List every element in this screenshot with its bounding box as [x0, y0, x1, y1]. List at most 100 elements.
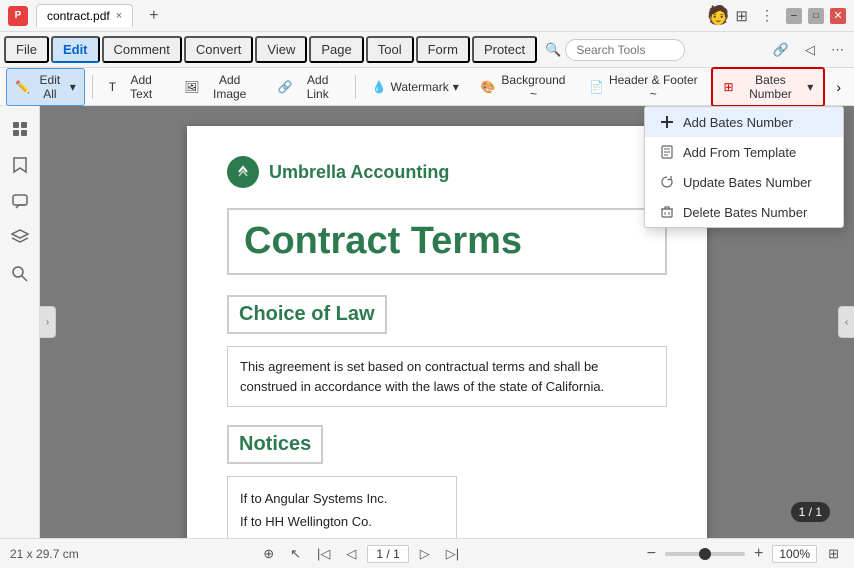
tab-close-btn[interactable]: ×	[116, 10, 122, 22]
bates-chevron: ▾	[807, 80, 813, 94]
edit-icon: ✏️	[15, 80, 30, 94]
sidebar-comments-icon[interactable]	[5, 186, 35, 216]
add-image-icon: 🖼	[184, 80, 199, 94]
add-text-label: Add Text	[120, 73, 162, 101]
edit-all-label: Edit All	[34, 73, 66, 101]
background-btn[interactable]: 🎨 Background ~	[472, 68, 576, 106]
back-btn[interactable]: ◁	[799, 39, 821, 61]
bates-dropdown-menu: Add Bates Number Add From Template Updat…	[644, 106, 844, 228]
zoom-level-display[interactable]: 100%	[772, 545, 817, 563]
add-link-label: Add Link	[297, 73, 339, 101]
cursor-tool-btn[interactable]: ⊕	[258, 544, 279, 564]
zoom-thumb	[699, 548, 711, 560]
bates-icon: ⊞	[723, 80, 733, 94]
page-navigation: ⊕ ↖ |◁ ◁ 1 / 1 ▷ ▷|	[258, 544, 464, 564]
toolbar-sep-1	[92, 75, 93, 99]
select-tool-btn[interactable]: ↖	[285, 544, 306, 564]
dropdown-add-template[interactable]: Add From Template	[645, 137, 843, 167]
menu-comment[interactable]: Comment	[102, 36, 182, 63]
dropdown-add-bates[interactable]: Add Bates Number	[645, 107, 843, 137]
sidebar-layers-icon[interactable]	[5, 222, 35, 252]
title-bar-right: 🧑 ⊞ ⋮ ─ □ ✕	[707, 5, 846, 26]
add-template-icon	[659, 144, 675, 160]
active-tab[interactable]: contract.pdf ×	[36, 4, 133, 27]
share-btn[interactable]: 🔗	[767, 39, 795, 61]
add-bates-label: Add Bates Number	[683, 115, 793, 130]
sidebar-pages-icon[interactable]	[5, 114, 35, 144]
zoom-out-btn[interactable]: −	[644, 545, 659, 563]
pdf-section1-heading: Choice of Law	[227, 295, 387, 334]
menu-form[interactable]: Form	[416, 36, 470, 63]
fit-window-btn[interactable]: ⊞	[823, 544, 844, 564]
header-footer-btn[interactable]: 📄 Header & Footer ~	[580, 68, 707, 106]
app-icon: P	[8, 6, 28, 26]
more-menu-btn[interactable]: ⋯	[825, 39, 850, 61]
edit-all-btn[interactable]: ✏️ Edit All ▾	[6, 68, 85, 106]
close-window-btn[interactable]: ✕	[830, 8, 846, 24]
user-avatar-icon[interactable]: 🧑	[707, 5, 729, 26]
menu-file[interactable]: File	[4, 36, 49, 63]
minimize-btn[interactable]: ─	[786, 8, 802, 24]
dropdown-update-bates[interactable]: Update Bates Number	[645, 167, 843, 197]
pdf-logo-area: Umbrella Accounting	[227, 156, 667, 188]
add-link-icon: 🔗	[278, 80, 293, 94]
title-bar: P contract.pdf × + 🧑 ⊞ ⋮ ─ □ ✕	[0, 0, 854, 32]
layout-icon[interactable]: ⊞	[735, 7, 748, 25]
watermark-icon: 💧	[372, 80, 387, 94]
sidebar-search-icon[interactable]	[5, 258, 35, 288]
toolbar-more-btn[interactable]: ›	[829, 74, 848, 100]
zoom-controls: − + 100% ⊞	[644, 544, 844, 564]
toolbar: ✏️ Edit All ▾ T Add Text 🖼 Add Image 🔗 A…	[0, 68, 854, 106]
new-tab-btn[interactable]: +	[141, 3, 166, 29]
pdf-company-name: Umbrella Accounting	[269, 162, 449, 183]
main-area: › Umbrella Accounting Contract Terms Cho…	[0, 106, 854, 538]
watermark-btn[interactable]: 💧 Watermark ▾	[363, 75, 468, 99]
bates-number-label: Bates Number	[738, 73, 804, 101]
pdf-contract-title: Contract Terms	[227, 208, 667, 275]
header-footer-label: Header & Footer ~	[608, 73, 698, 101]
menu-tool[interactable]: Tool	[366, 36, 414, 63]
pdf-area[interactable]: Umbrella Accounting Contract Terms Choic…	[40, 106, 854, 538]
zoom-slider[interactable]	[665, 552, 745, 556]
pdf-section2-body: If to Angular Systems Inc.If to HH Welli…	[227, 476, 457, 538]
pdf-section2-heading: Notices	[227, 425, 323, 464]
edit-all-chevron: ▾	[70, 80, 76, 94]
last-page-btn[interactable]: ▷|	[441, 544, 464, 564]
bottom-bar: 21 x 29.7 cm ⊕ ↖ |◁ ◁ 1 / 1 ▷ ▷| − + 100…	[0, 538, 854, 568]
maximize-btn[interactable]: □	[808, 8, 824, 24]
menu-bar: File Edit Comment Convert View Page Tool…	[0, 32, 854, 68]
right-sidebar-toggle[interactable]: ‹	[838, 306, 854, 338]
add-bates-icon	[659, 114, 675, 130]
delete-bates-icon	[659, 204, 675, 220]
menu-page[interactable]: Page	[309, 36, 363, 63]
search-tools-input[interactable]	[565, 39, 685, 61]
zoom-in-btn[interactable]: +	[751, 545, 766, 563]
update-bates-label: Update Bates Number	[683, 175, 812, 190]
menu-edit[interactable]: Edit	[51, 36, 100, 63]
first-page-btn[interactable]: |◁	[312, 544, 335, 564]
add-image-btn[interactable]: 🖼 Add Image	[175, 68, 265, 106]
page-dimensions: 21 x 29.7 cm	[10, 547, 79, 561]
add-text-btn[interactable]: T Add Text	[100, 68, 172, 106]
watermark-chevron: ▾	[453, 80, 459, 94]
dropdown-delete-bates[interactable]: Delete Bates Number	[645, 197, 843, 227]
add-image-label: Add Image	[204, 73, 256, 101]
bates-number-btn[interactable]: ⊞ Bates Number ▾	[711, 67, 825, 107]
menu-dots-icon[interactable]: ⋮	[760, 7, 774, 24]
prev-page-btn[interactable]: ◁	[341, 544, 361, 564]
sidebar-bookmarks-icon[interactable]	[5, 150, 35, 180]
current-page-display[interactable]: 1 / 1	[367, 545, 408, 563]
left-sidebar-toggle[interactable]: ›	[40, 306, 56, 338]
pdf-logo-icon	[227, 156, 259, 188]
delete-bates-label: Delete Bates Number	[683, 205, 807, 220]
header-footer-icon: 📄	[589, 80, 604, 94]
next-page-btn[interactable]: ▷	[415, 544, 435, 564]
menu-protect[interactable]: Protect	[472, 36, 537, 63]
pdf-page: Umbrella Accounting Contract Terms Choic…	[187, 126, 707, 538]
add-text-icon: T	[109, 80, 116, 94]
title-bar-left: P contract.pdf × +	[8, 3, 707, 29]
toolbar-sep-2	[355, 75, 356, 99]
menu-view[interactable]: View	[255, 36, 307, 63]
add-link-btn[interactable]: 🔗 Add Link	[269, 68, 348, 106]
menu-convert[interactable]: Convert	[184, 36, 254, 63]
